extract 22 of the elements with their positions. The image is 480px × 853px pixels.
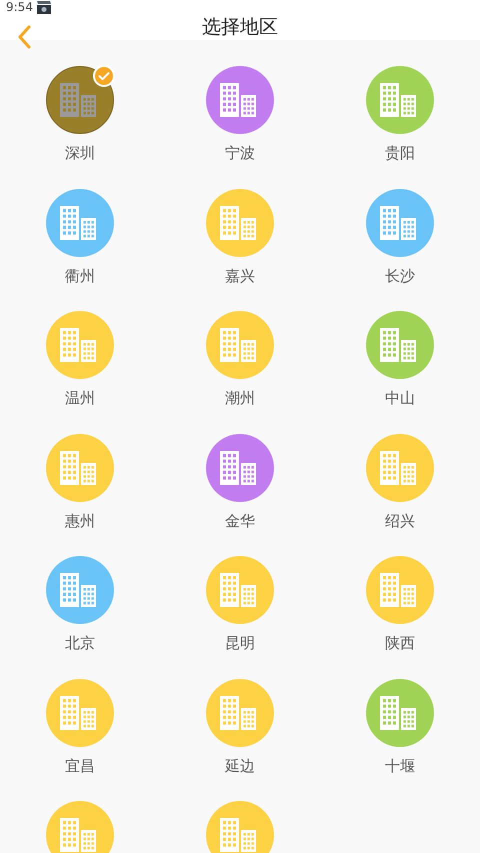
region-name: 嘉兴 <box>225 266 255 286</box>
region-name: 绍兴 <box>385 510 415 530</box>
region-name: 金华 <box>225 510 255 530</box>
region-name: 昆明 <box>225 633 255 653</box>
region-name: 深圳 <box>65 143 95 163</box>
region-name: 北京 <box>65 633 95 653</box>
region-name: 贵阳 <box>385 143 415 163</box>
region-name: 惠州 <box>65 510 95 530</box>
region-name: 潮州 <box>225 388 255 408</box>
region-name: 十堰 <box>385 756 415 776</box>
region-name: 宁波 <box>225 143 255 163</box>
region-name: 延边 <box>225 756 255 776</box>
clapboard-icon <box>36 0 51 14</box>
region-name: 陕西 <box>385 633 415 653</box>
region-name: 温州 <box>65 388 95 408</box>
region-name: 长沙 <box>385 266 415 286</box>
region-name: 中山 <box>385 388 415 408</box>
status-time: 9:54 <box>6 0 33 14</box>
region-name: 衢州 <box>65 266 95 286</box>
check-icon <box>93 65 115 87</box>
region-name: 宜昌 <box>65 756 95 776</box>
page-title: 选择地区 <box>202 15 278 40</box>
